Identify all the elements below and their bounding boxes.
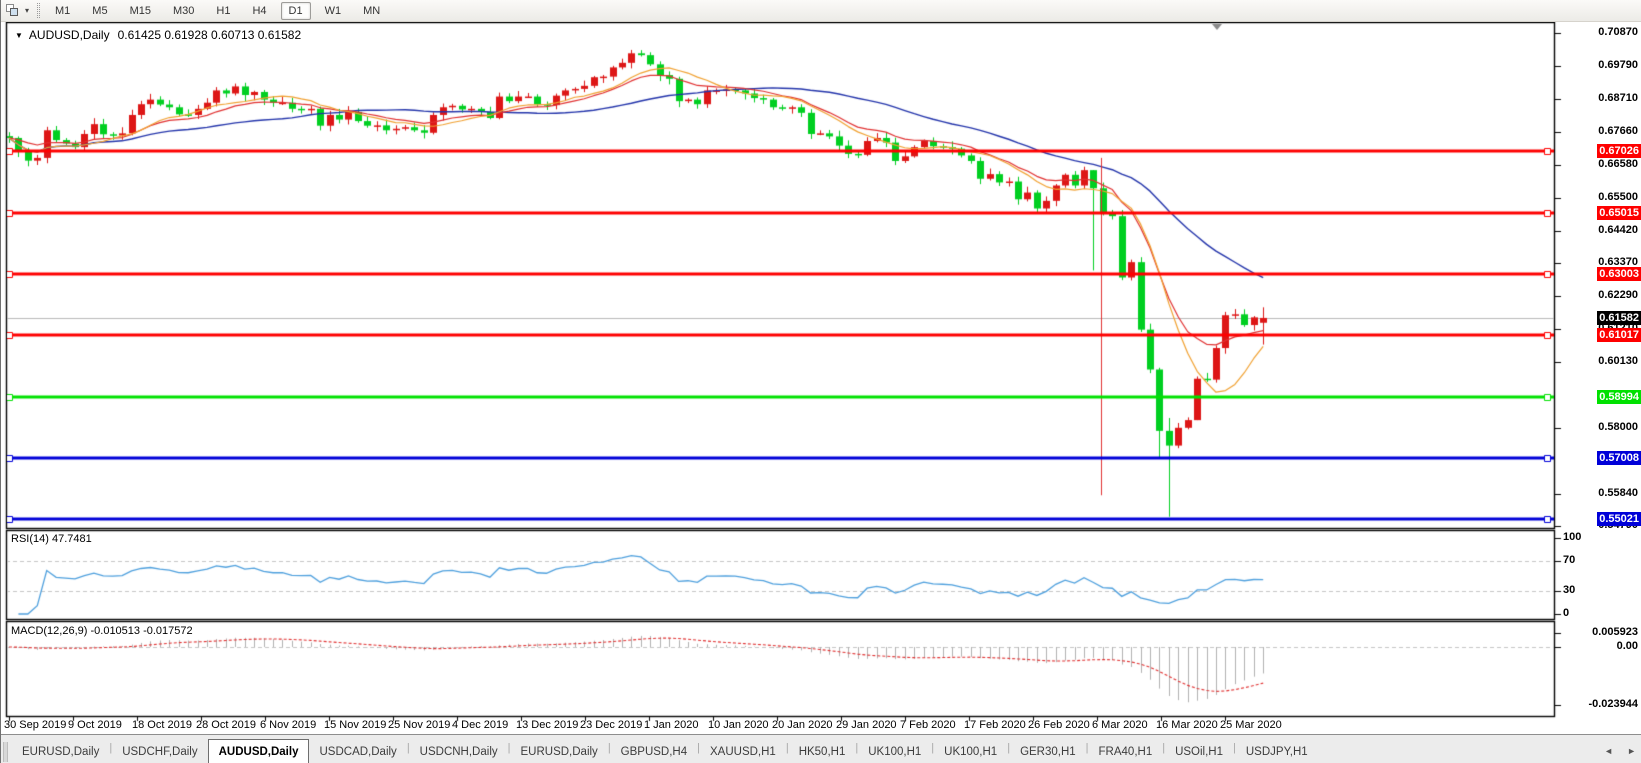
hline-price-label: 0.55021 bbox=[1597, 512, 1641, 526]
hline-price-label: 0.65015 bbox=[1597, 206, 1641, 220]
timeframe-button-m30[interactable]: M30 bbox=[165, 2, 202, 20]
date-label: 28 Oct 2019 bbox=[196, 719, 256, 731]
date-label: 25 Nov 2019 bbox=[388, 719, 450, 731]
date-label: 29 Jan 2020 bbox=[836, 719, 897, 731]
chart-tools-icon[interactable] bbox=[5, 3, 22, 18]
macd-values: -0.010513 -0.017572 bbox=[90, 625, 192, 637]
date-label: 6 Nov 2019 bbox=[260, 719, 316, 731]
macd-indicator-label: MACD(12,26,9) -0.010513 -0.017572 bbox=[11, 625, 193, 637]
tab-scroll-right-icon[interactable]: ► bbox=[1627, 746, 1636, 756]
tab-scroll-buttons: ◄ ► bbox=[1604, 746, 1636, 756]
chart-tab-usdcad-daily[interactable]: USDCAD,Daily bbox=[309, 741, 406, 763]
chart-symbol: AUDUSD,Daily bbox=[29, 28, 110, 42]
chart-stage: ▼ AUDUSD,Daily 0.61425 0.61928 0.60713 0.6… bbox=[1, 22, 1641, 734]
date-label: 18 Oct 2019 bbox=[132, 719, 192, 731]
timeframe-button-m5[interactable]: M5 bbox=[84, 2, 115, 20]
date-label: 6 Mar 2020 bbox=[1092, 719, 1148, 731]
date-label: 4 Dec 2019 bbox=[452, 719, 508, 731]
timeframe-button-w1[interactable]: W1 bbox=[317, 2, 350, 20]
collapse-triangle-icon[interactable]: ▼ bbox=[15, 31, 23, 40]
mt4-window: ▾ M1 M5 M15 M30 H1 H4 D1 W1 MN ▼ AUDUSD,Daily 0.61… bbox=[0, 0, 1641, 763]
hline-price-label: 0.61017 bbox=[1597, 328, 1641, 342]
chart-tab-hk50-h1[interactable]: HK50,H1 bbox=[789, 741, 856, 763]
date-label: 9 Oct 2019 bbox=[68, 719, 122, 731]
date-label: 15 Nov 2019 bbox=[324, 719, 386, 731]
date-label: 13 Dec 2019 bbox=[516, 719, 578, 731]
date-label: 16 Mar 2020 bbox=[1156, 719, 1218, 731]
chart-tab-gbpusd-h4[interactable]: GBPUSD,H4 bbox=[611, 741, 697, 763]
chevron-down-icon[interactable]: ▾ bbox=[25, 6, 29, 15]
price-chart-canvas[interactable] bbox=[1, 22, 1641, 734]
date-label: 26 Feb 2020 bbox=[1028, 719, 1090, 731]
macd-scale-label: 0.00 bbox=[1560, 640, 1638, 652]
chart-tab-bar: EURUSD,Daily|USDCHF,DailyAUDUSD,DailyUSD… bbox=[1, 734, 1641, 763]
hline-price-label: 0.57008 bbox=[1597, 451, 1641, 465]
date-label: 1 Jan 2020 bbox=[644, 719, 698, 731]
chart-title: ▼ AUDUSD,Daily 0.61425 0.61928 0.60713 0.6… bbox=[15, 28, 301, 42]
timeframe-toolbar: ▾ M1 M5 M15 M30 H1 H4 D1 W1 MN bbox=[1, 0, 1641, 22]
date-label: 30 Sep 2019 bbox=[4, 719, 66, 731]
timeframe-button-m15[interactable]: M15 bbox=[122, 2, 159, 20]
chart-tab-uk100-h1[interactable]: UK100,H1 bbox=[858, 741, 931, 763]
timeframe-button-h4[interactable]: H4 bbox=[244, 2, 274, 20]
date-label: 23 Dec 2019 bbox=[580, 719, 642, 731]
hline-price-label: 0.63003 bbox=[1597, 267, 1641, 281]
rsi-value: 47.7481 bbox=[52, 533, 92, 545]
rsi-indicator-label: RSI(14) 47.7481 bbox=[11, 533, 92, 545]
macd-scale-label: -0.023944 bbox=[1560, 698, 1638, 710]
chart-tab-ger30-h1[interactable]: GER30,H1 bbox=[1010, 741, 1086, 763]
chart-tab-audusd-daily[interactable]: AUDUSD,Daily bbox=[208, 739, 310, 763]
chart-ohlc: 0.61425 0.61928 0.60713 0.61582 bbox=[118, 28, 302, 42]
timeframe-buttons: M1 M5 M15 M30 H1 H4 D1 W1 MN bbox=[47, 2, 388, 20]
chart-tab-eurusd-daily[interactable]: EURUSD,Daily bbox=[12, 741, 109, 763]
chart-tabs: EURUSD,Daily|USDCHF,DailyAUDUSD,DailyUSD… bbox=[12, 735, 1318, 763]
date-label: 25 Mar 2020 bbox=[1220, 719, 1282, 731]
chart-tab-eurusd-daily[interactable]: EURUSD,Daily bbox=[510, 741, 607, 763]
current-price-label: 0.61582 bbox=[1597, 311, 1641, 325]
timeframe-button-h1[interactable]: H1 bbox=[208, 2, 238, 20]
hline-price-label: 0.58994 bbox=[1597, 390, 1641, 404]
tab-scroll-left-icon[interactable]: ◄ bbox=[1604, 746, 1613, 756]
timeframe-button-d1[interactable]: D1 bbox=[281, 2, 311, 20]
toolbar-grip bbox=[37, 3, 40, 18]
chart-tab-uk100-h1[interactable]: UK100,H1 bbox=[934, 741, 1007, 763]
chart-tab-usdjpy-h1[interactable]: USDJPY,H1 bbox=[1236, 741, 1318, 763]
date-label: 7 Feb 2020 bbox=[900, 719, 956, 731]
hline-price-label: 0.67026 bbox=[1597, 144, 1641, 158]
tabbar-grip bbox=[3, 742, 8, 762]
chart-tab-xauusd-h1[interactable]: XAUUSD,H1 bbox=[700, 741, 786, 763]
chart-tab-usdchf-daily[interactable]: USDCHF,Daily bbox=[112, 741, 207, 763]
macd-axis: 0.005923 0.00 -0.023944 bbox=[1560, 22, 1640, 734]
chart-tab-usoil-h1[interactable]: USOil,H1 bbox=[1165, 741, 1233, 763]
timeframe-button-m1[interactable]: M1 bbox=[47, 2, 78, 20]
date-label: 20 Jan 2020 bbox=[772, 719, 833, 731]
chart-tab-fra40-h1[interactable]: FRA40,H1 bbox=[1089, 741, 1163, 763]
date-axis[interactable]: 30 Sep 20199 Oct 2019 18 Oct 2019 28 Oct 2… bbox=[1, 717, 1557, 734]
date-label: 10 Jan 2020 bbox=[708, 719, 769, 731]
macd-name: MACD(12,26,9) bbox=[11, 625, 87, 637]
chart-tab-usdcnh-daily[interactable]: USDCNH,Daily bbox=[410, 741, 508, 763]
date-label: 17 Feb 2020 bbox=[964, 719, 1026, 731]
rsi-name: RSI(14) bbox=[11, 533, 49, 545]
timeframe-button-mn[interactable]: MN bbox=[355, 2, 388, 20]
macd-scale-label: 0.005923 bbox=[1560, 626, 1638, 638]
